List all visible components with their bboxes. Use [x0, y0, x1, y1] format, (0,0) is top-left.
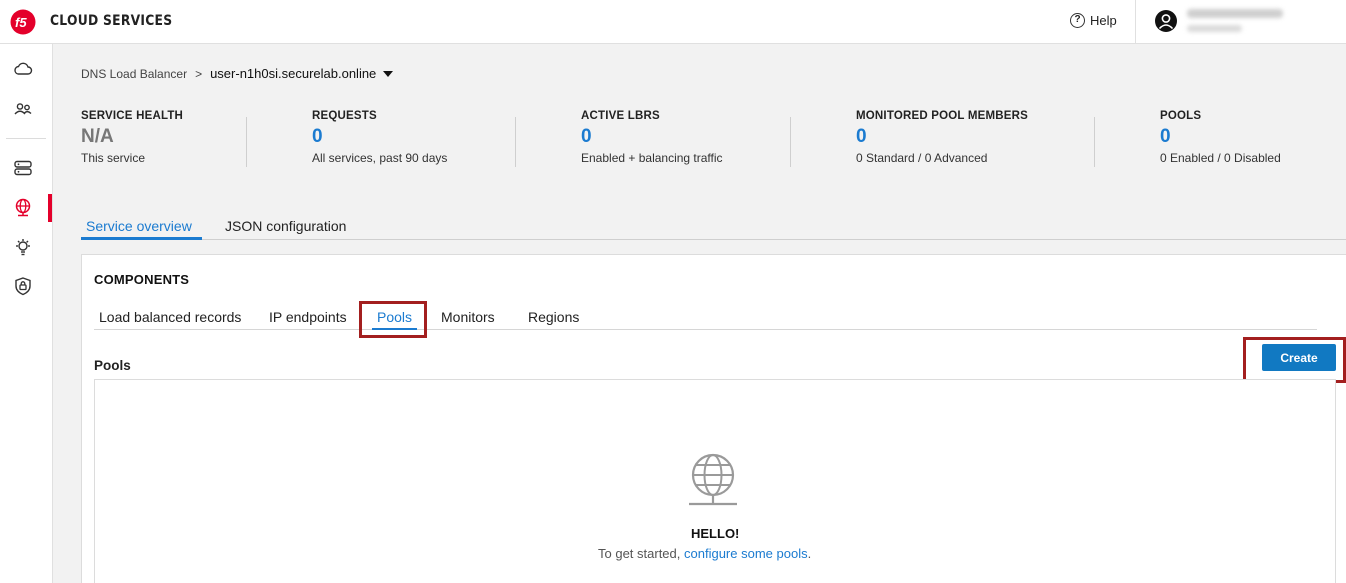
empty-state-prefix: To get started, [598, 546, 681, 561]
shield-lock-icon[interactable] [12, 275, 34, 297]
create-button-highlight [1243, 337, 1346, 383]
user-name-redacted [1187, 9, 1283, 18]
tab-json-configuration[interactable]: JSON configuration [225, 218, 346, 234]
tab-regions[interactable]: Regions [528, 309, 579, 325]
top-bar: f5 CLOUD SERVICES ? Help [0, 0, 1346, 44]
sidebar-divider [6, 138, 46, 139]
lightbulb-gear-icon[interactable] [12, 236, 34, 258]
globe-icon[interactable] [12, 196, 34, 218]
user-avatar-icon[interactable] [1155, 10, 1177, 32]
globe-icon [689, 453, 737, 506]
stat-pools: POOLS 0 0 Enabled / 0 Disabled [1160, 110, 1281, 165]
empty-state-suffix: . [807, 546, 812, 561]
configure-pools-link[interactable]: configure some pools [684, 546, 808, 561]
stat-value: N/A [81, 126, 114, 147]
help-button[interactable]: ? Help [1070, 13, 1117, 28]
user-menu[interactable] [1187, 9, 1283, 32]
stat-subtext: Enabled + balancing traffic [581, 151, 723, 165]
stat-divider [246, 117, 247, 167]
stat-divider [790, 117, 791, 167]
tab-monitors[interactable]: Monitors [441, 309, 495, 325]
empty-state-text: To get started, configure some pools. [598, 546, 811, 561]
sidebar [0, 44, 53, 583]
breadcrumb-separator: > [195, 66, 203, 81]
stat-label: ACTIVE LBRS [581, 110, 660, 122]
topbar-divider [1135, 0, 1136, 44]
stat-service-health: SERVICE HEALTH N/A This service [81, 110, 183, 165]
components-title: COMPONENTS [94, 272, 190, 287]
stat-requests: REQUESTS 0 All services, past 90 days [312, 110, 447, 165]
stat-subtext: 0 Standard / 0 Advanced [856, 151, 988, 165]
help-icon: ? [1070, 13, 1085, 28]
stat-subtext: All services, past 90 days [312, 151, 448, 165]
empty-state-title: HELLO! [691, 526, 740, 541]
breadcrumb-parent[interactable]: DNS Load Balancer [81, 67, 187, 81]
stat-subtext: 0 Enabled / 0 Disabled [1160, 151, 1281, 165]
tab-service-overview[interactable]: Service overview [86, 218, 192, 234]
svg-text:f5: f5 [15, 15, 27, 30]
breadcrumb-current[interactable]: user-n1h0si.securelab.online [210, 66, 376, 81]
component-tabs: Load balanced records IP endpoints Pools… [94, 304, 1317, 330]
sidebar-active-indicator [48, 194, 52, 222]
stat-label: SERVICE HEALTH [81, 110, 184, 122]
help-label: Help [1090, 13, 1117, 28]
user-org-redacted [1187, 25, 1242, 32]
users-icon[interactable] [12, 98, 34, 120]
stat-label: REQUESTS [312, 110, 377, 122]
stat-value: 0 [1160, 126, 1171, 147]
stat-value: 0 [581, 126, 592, 147]
main-tabs: Service overview JSON configuration [81, 216, 1346, 240]
breadcrumb: DNS Load Balancer > user-n1h0si.securela… [81, 66, 394, 81]
chevron-down-icon[interactable] [383, 70, 394, 77]
stat-value: 0 [856, 126, 867, 147]
active-tab-underline [81, 237, 202, 240]
f5-logo-icon[interactable]: f5 [10, 9, 36, 35]
tab-ip-endpoints[interactable]: IP endpoints [269, 309, 347, 325]
stat-divider [1094, 117, 1095, 167]
stat-value: 0 [312, 126, 323, 147]
stat-divider [515, 117, 516, 167]
stat-label: MONITORED POOL MEMBERS [856, 110, 1029, 122]
stat-subtext: This service [81, 151, 146, 165]
tab-load-balanced-records[interactable]: Load balanced records [99, 309, 241, 325]
stat-active-lbrs: ACTIVE LBRS 0 Enabled + balancing traffi… [581, 110, 723, 165]
pools-section-title: Pools [94, 358, 131, 373]
stat-monitored-pool-members: MONITORED POOL MEMBERS 0 0 Standard / 0 … [856, 110, 1028, 165]
brand-title: CLOUD SERVICES [50, 13, 173, 29]
server-icon[interactable] [12, 157, 34, 179]
pools-tab-highlight [359, 301, 427, 338]
cloud-icon[interactable] [12, 58, 34, 80]
stat-label: POOLS [1160, 110, 1202, 122]
